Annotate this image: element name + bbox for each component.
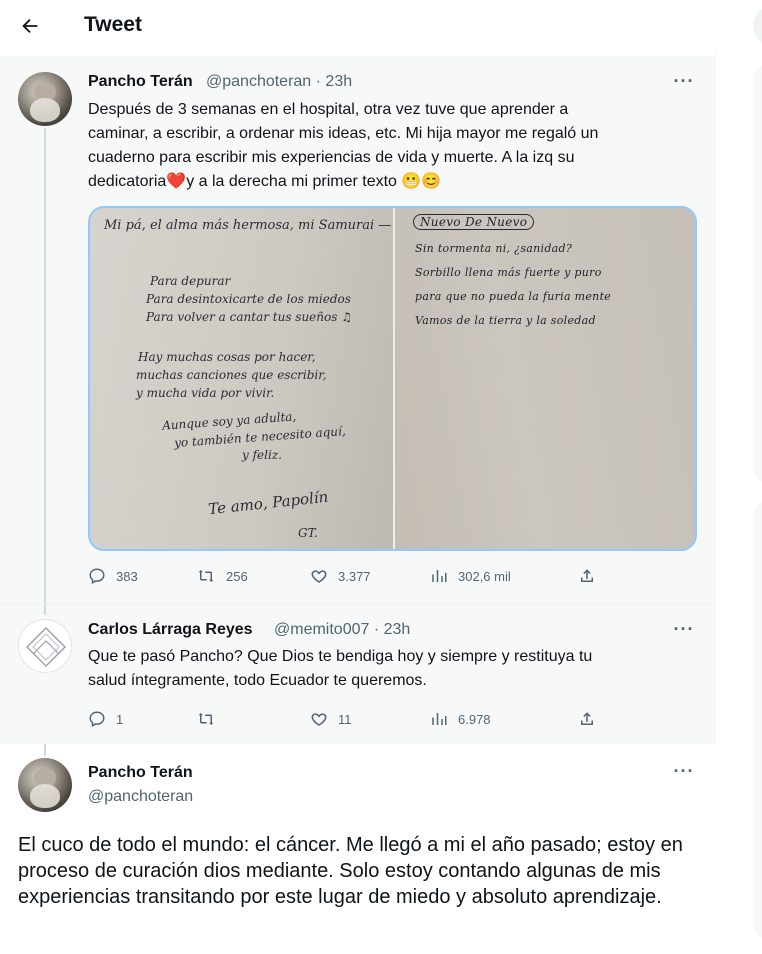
heart-icon: [311, 570, 327, 583]
views-icon: [432, 713, 447, 725]
tweet-text-fragment: dedicatoria: [88, 173, 167, 190]
like-button[interactable]: 11: [310, 707, 352, 731]
notebook-right-page: Nuevo De Nuevo Sin tormenta ni, ¿sanidad…: [393, 208, 695, 549]
sidebar-card: [753, 500, 762, 940]
tweet-text-line: Después de 3 semanas en el hospital, otr…: [88, 101, 569, 118]
handwritten-line: Mi pá, el alma más hermosa, mi Samurai —: [104, 218, 392, 233]
share-button[interactable]: [578, 707, 606, 731]
tweet-text: El cuco de todo el mundo: el cáncer. Me …: [18, 834, 683, 908]
views-button[interactable]: 6.978: [430, 707, 491, 731]
views-count: 302,6 mil: [458, 568, 511, 584]
header: Tweet: [0, 0, 716, 53]
tweet-main[interactable]: Pancho Terán @panchoteran · 23h ··· Desp…: [0, 56, 716, 604]
notebook-left-page: Mi pá, el alma más hermosa, mi Samurai —…: [90, 208, 393, 549]
like-count: 3.377: [338, 568, 371, 584]
tweet-actions: 1 11 6.978: [88, 707, 608, 731]
tweet-text-line: caminar, a escribir, a ordenar mis ideas…: [88, 125, 599, 142]
right-sidebar: [717, 0, 762, 954]
tweet-focused[interactable]: Pancho Terán @panchoteran ··· El cuco de…: [0, 744, 716, 954]
reply-count: 1: [116, 711, 124, 727]
more-dots-icon[interactable]: ···: [672, 620, 696, 642]
tweet-text-line: salud íntegramente, todo Ecuador te quer…: [88, 672, 427, 689]
handwritten-line: Para volver a cantar tus sueños ♫: [146, 310, 352, 324]
tweet-text: Después de 3 semanas en el hospital, otr…: [88, 98, 698, 194]
retweet-icon: [198, 570, 214, 582]
thread-line: [44, 128, 46, 604]
handwritten-line: y feliz.: [242, 448, 282, 462]
more-dots-icon[interactable]: ···: [672, 762, 696, 784]
arrow-left-icon[interactable]: [16, 12, 44, 40]
avatar[interactable]: [18, 758, 72, 812]
author-handle[interactable]: @panchoteran: [88, 788, 193, 806]
handwritten-line: Para desintoxicarte de los miedos: [146, 292, 351, 306]
views-icon: [432, 570, 447, 582]
retweet-button[interactable]: [196, 707, 226, 731]
retweet-icon: [198, 713, 214, 725]
handwritten-line: Hay muchas cosas por hacer,: [138, 350, 316, 364]
retweet-button[interactable]: 256: [196, 564, 248, 588]
reply-count: 383: [116, 568, 138, 584]
handwritten-line: y mucha vida por vivir.: [136, 386, 275, 400]
handwritten-line: Vamos de la tierra y la soledad: [415, 314, 596, 327]
tweet-text-fragment: y a la derecha mi primer texto: [186, 173, 397, 190]
handwritten-line: Para depurar: [150, 274, 231, 288]
avatar[interactable]: [18, 72, 72, 126]
tweet-text-line: dedicatoria❤️y a la derecha mi primer te…: [88, 170, 698, 194]
handwritten-line: Sorbillo llena más fuerte y puro: [415, 266, 602, 279]
heart-emoji-icon: ❤️: [166, 173, 187, 190]
author-name[interactable]: Pancho Terán: [88, 73, 193, 91]
reply-icon: [89, 568, 105, 585]
sidebar-card: [753, 64, 762, 484]
like-button[interactable]: 3.377: [310, 564, 371, 588]
thread-line: [44, 605, 46, 615]
author-handle-time[interactable]: @memito007 · 23h: [274, 621, 410, 639]
tweet-text-line: Que te pasó Pancho? Que Dios te bendiga …: [88, 648, 593, 665]
tweet-text-line: cuaderno para escribir mis experiencias …: [88, 149, 575, 166]
reply-button[interactable]: 1: [88, 707, 123, 731]
face-emoji-icons: 😬😊: [401, 173, 442, 190]
heart-icon: [311, 713, 327, 726]
handwritten-signature: Te amo, Papolín: [207, 487, 330, 519]
main-column: Tweet Pancho Terán @panchoteran · 23h ··…: [0, 0, 716, 954]
handwritten-line: Sin tormenta ni, ¿sanidad?: [415, 242, 573, 255]
avatar[interactable]: [18, 619, 72, 673]
views-count: 6.978: [458, 711, 491, 727]
reply-button[interactable]: 383: [88, 564, 138, 588]
share-button[interactable]: [578, 564, 606, 588]
page-title: Tweet: [84, 13, 142, 36]
author-name[interactable]: Carlos Lárraga Reyes: [88, 621, 253, 639]
tweet-actions: 383 256 3.377 302,6 mil: [88, 564, 608, 588]
more-dots-icon[interactable]: ···: [672, 72, 696, 94]
tweet-text: Que te pasó Pancho? Que Dios te bendiga …: [88, 645, 698, 693]
handwritten-title: Nuevo De Nuevo: [413, 214, 535, 230]
handwritten-line: para que no pueda la furia mente: [415, 290, 612, 303]
author-handle-time[interactable]: @panchoteran · 23h: [206, 73, 352, 91]
share-icon: [581, 712, 593, 725]
search-bar[interactable]: [753, 6, 762, 46]
retweet-count: 256: [226, 568, 248, 584]
like-count: 11: [338, 711, 352, 727]
thread-line: [44, 744, 46, 756]
reply-icon: [89, 711, 105, 728]
share-icon: [581, 569, 593, 582]
handwritten-initials: GT.: [298, 526, 318, 540]
views-button[interactable]: 302,6 mil: [430, 564, 511, 588]
handwritten-line: muchas canciones que escribir,: [136, 368, 327, 382]
tweet-media-image[interactable]: Mi pá, el alma más hermosa, mi Samurai —…: [88, 206, 697, 551]
masonic-logo-icon: [25, 626, 67, 668]
author-name[interactable]: Pancho Terán: [88, 764, 193, 782]
tweet-reply[interactable]: Carlos Lárraga Reyes @memito007 · 23h ··…: [0, 604, 716, 744]
